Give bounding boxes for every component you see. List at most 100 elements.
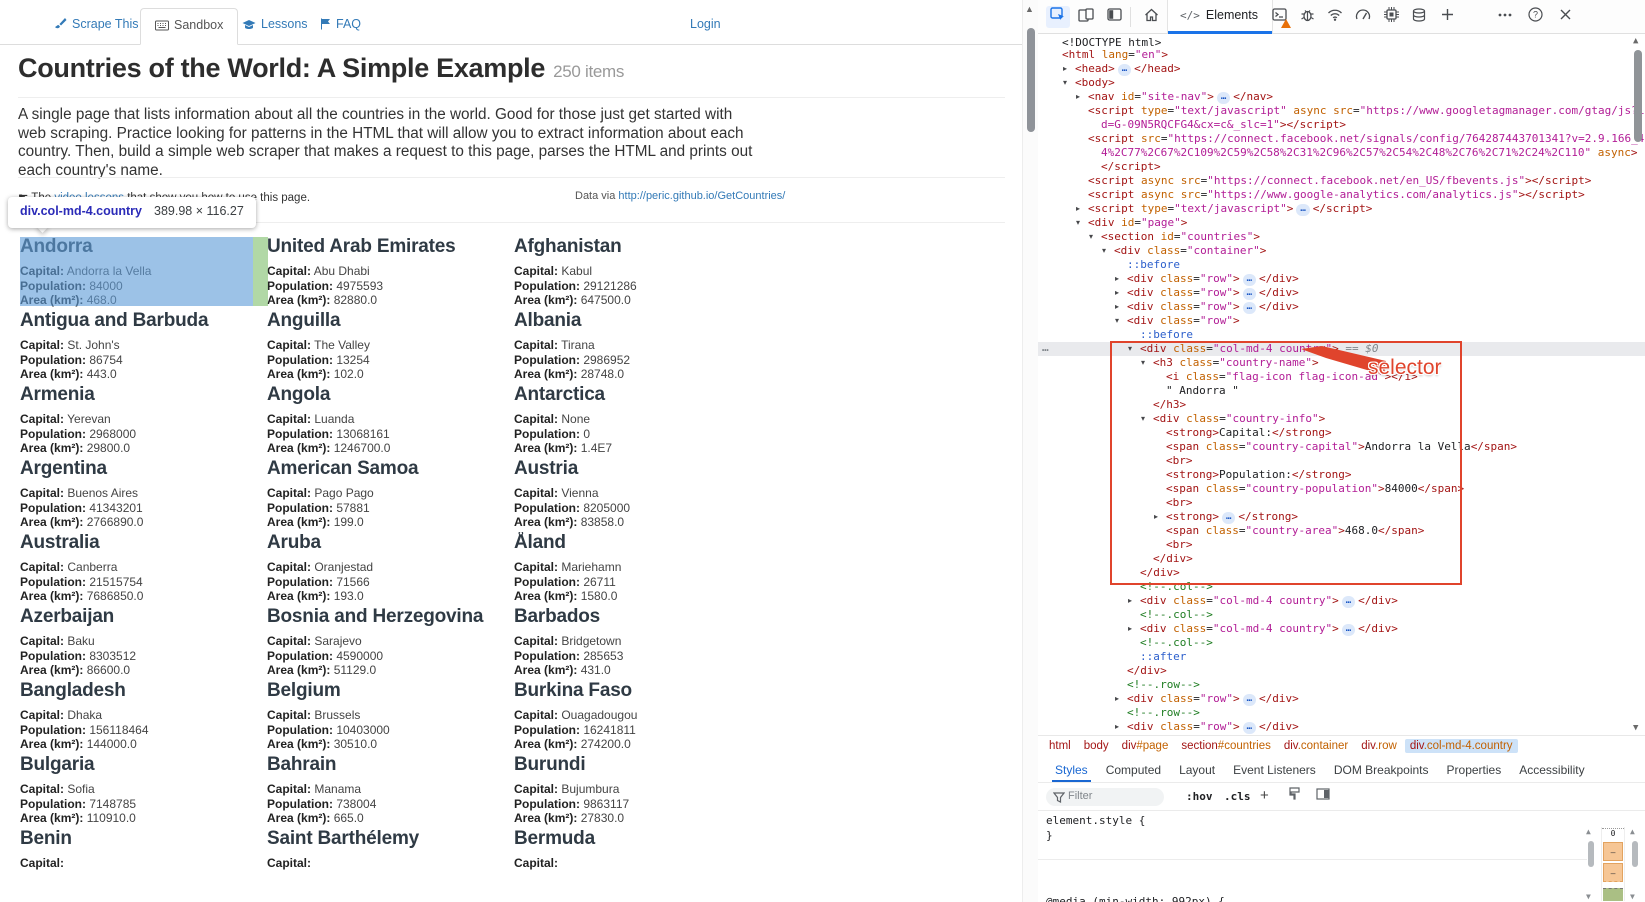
scrollbar-thumb[interactable] — [1027, 28, 1035, 132]
collapsed-ellipsis-button[interactable]: … — [1118, 64, 1131, 76]
dom-line[interactable]: <script type="text/javascript" async src… — [1038, 104, 1645, 118]
dom-tree-scrollbar[interactable]: ▲ ▼ — [1631, 34, 1645, 735]
scroll-down-arrow-icon[interactable]: ▼ — [1586, 892, 1591, 901]
expand-arrow-icon[interactable]: ▸ — [1115, 272, 1119, 286]
styles-paint-icon[interactable] — [1288, 787, 1301, 805]
collapse-arrow-icon[interactable]: ▾ — [1063, 76, 1067, 90]
device-emulation-icon[interactable] — [1074, 6, 1098, 28]
dom-line[interactable]: ▸<head>…</head> — [1038, 62, 1645, 76]
expand-arrow-icon[interactable]: ▸ — [1115, 720, 1119, 734]
inspect-icon[interactable] — [1046, 6, 1070, 28]
sidebar-scrollbar[interactable]: ▲ ▼ — [1629, 827, 1641, 901]
dom-gutter-menu[interactable]: … — [1042, 341, 1050, 354]
debug-icon[interactable] — [1295, 6, 1319, 28]
dom-line[interactable]: ▾<div class="row"> — [1038, 314, 1645, 328]
breadcrumb-item[interactable]: div.container — [1279, 739, 1353, 753]
expand-arrow-icon[interactable]: ▸ — [1115, 300, 1119, 314]
collapse-arrow-icon[interactable]: ▾ — [1102, 244, 1106, 258]
expand-arrow-icon[interactable]: ▸ — [1115, 692, 1119, 706]
toggle-hover-state-button[interactable]: :hov — [1186, 790, 1213, 803]
collapsed-ellipsis-button[interactable]: … — [1342, 624, 1355, 636]
nav-tab-faq[interactable]: FAQ — [306, 8, 375, 45]
dom-line[interactable]: <html lang="en"> — [1038, 48, 1645, 62]
dom-line[interactable]: ▸<div class="row">…</div> — [1038, 692, 1645, 706]
scroll-up-arrow-icon[interactable]: ▲ — [1025, 4, 1034, 14]
dom-line[interactable]: ▸<nav id="site-nav">…</nav> — [1038, 90, 1645, 104]
collapsed-ellipsis-button[interactable]: … — [1243, 302, 1256, 314]
network-icon[interactable] — [1323, 6, 1347, 28]
dom-line[interactable]: ▸<div class="col-md-4 country">…</div> — [1038, 594, 1645, 608]
dom-line[interactable]: 4%2C77%2C67%2C109%2C59%2C58%2C31%2C96%2C… — [1038, 146, 1645, 160]
dom-line[interactable]: <!DOCTYPE html> — [1038, 34, 1645, 48]
add-tab-icon[interactable] — [1435, 6, 1459, 28]
breadcrumb-item[interactable]: html — [1044, 739, 1076, 753]
dom-line[interactable]: ▾<section id="countries"> — [1038, 230, 1645, 244]
more-options-icon[interactable] — [1493, 6, 1517, 28]
collapse-arrow-icon[interactable]: ▾ — [1089, 230, 1093, 244]
application-icon[interactable] — [1407, 6, 1431, 28]
panel-tab-dom-breakpoints[interactable]: DOM Breakpoints — [1325, 757, 1438, 782]
panel-tab-event-listeners[interactable]: Event Listeners — [1224, 757, 1325, 782]
dom-line[interactable]: d=G-09N5RQCFG4&cx=c&_slc=1"></script> — [1038, 118, 1645, 132]
expand-arrow-icon[interactable]: ▸ — [1076, 202, 1080, 216]
collapsed-ellipsis-button[interactable]: … — [1243, 722, 1256, 734]
dom-line[interactable]: ▾<body> — [1038, 76, 1645, 90]
scrollbar-thumb[interactable] — [1632, 841, 1638, 867]
panel-tab-properties[interactable]: Properties — [1438, 757, 1511, 782]
expand-arrow-icon[interactable]: ▸ — [1115, 286, 1119, 300]
scrollbar-thumb[interactable] — [1634, 50, 1642, 142]
scroll-up-arrow-icon[interactable]: ▲ — [1633, 36, 1638, 46]
new-style-rule-button[interactable]: + — [1260, 787, 1269, 804]
scrollbar-thumb[interactable] — [1588, 841, 1594, 867]
tab-elements[interactable]: </>Elements — [1167, 0, 1273, 34]
dom-line[interactable]: ::before — [1038, 328, 1645, 342]
memory-icon[interactable] — [1379, 6, 1403, 28]
collapsed-ellipsis-button[interactable]: … — [1342, 596, 1355, 608]
dom-line[interactable]: ▸<div class="row">…</div> — [1038, 272, 1645, 286]
dom-line[interactable]: <script src="https://connect.facebook.ne… — [1038, 132, 1645, 146]
dom-line[interactable]: ::after — [1038, 650, 1645, 664]
collapsed-ellipsis-button[interactable]: … — [1217, 92, 1230, 104]
toggle-sidebar-icon[interactable] — [1316, 787, 1330, 805]
styles-scrollbar[interactable]: ▲ ▼ — [1585, 827, 1597, 901]
collapsed-ellipsis-button[interactable]: … — [1243, 274, 1256, 286]
dom-line[interactable]: ▸<div class="row">…</div> — [1038, 300, 1645, 314]
panel-tab-computed[interactable]: Computed — [1097, 757, 1170, 782]
toggle-class-button[interactable]: .cls — [1224, 790, 1251, 803]
collapsed-ellipsis-button[interactable]: … — [1243, 694, 1256, 706]
dom-line[interactable]: ▾<div id="page"> — [1038, 216, 1645, 230]
dom-line[interactable]: ::before — [1038, 258, 1645, 272]
panel-tab-accessibility[interactable]: Accessibility — [1510, 757, 1593, 782]
console-icon[interactable] — [1267, 6, 1291, 28]
performance-icon[interactable] — [1351, 6, 1375, 28]
breadcrumb-item[interactable]: div.row — [1356, 739, 1402, 753]
dom-line[interactable]: ▸<script type="text/javascript">…</scrip… — [1038, 202, 1645, 216]
dom-line[interactable]: <!--.row--> — [1038, 678, 1645, 692]
dom-line[interactable]: <!--.row--> — [1038, 706, 1645, 720]
collapse-arrow-icon[interactable]: ▾ — [1076, 216, 1080, 230]
dom-line[interactable]: ▸<div class="row">…</div> — [1038, 286, 1645, 300]
breadcrumb-item[interactable]: section#countries — [1176, 739, 1276, 753]
collapsed-ellipsis-button[interactable]: … — [1243, 288, 1256, 300]
dom-line[interactable]: </script> — [1038, 160, 1645, 174]
help-icon[interactable]: ? — [1523, 6, 1547, 28]
home-icon[interactable] — [1139, 6, 1163, 28]
style-filter-input[interactable]: Filter — [1046, 788, 1164, 806]
focus-mode-icon[interactable] — [1102, 6, 1126, 28]
dom-line[interactable]: <!--.col--> — [1038, 636, 1645, 650]
breadcrumb-item[interactable]: div#page — [1117, 739, 1174, 753]
breadcrumb-item[interactable]: div.col-md-4.country — [1405, 739, 1518, 753]
close-icon[interactable] — [1553, 6, 1577, 28]
dom-line[interactable]: <script async src="https://connect.faceb… — [1038, 174, 1645, 188]
dom-line[interactable]: </div> — [1038, 664, 1645, 678]
scroll-down-arrow-icon[interactable]: ▼ — [1633, 723, 1638, 733]
element-style-rule[interactable]: element.style { — [1038, 811, 1645, 829]
dom-line[interactable]: <!--.col--> — [1038, 608, 1645, 622]
scroll-up-arrow-icon[interactable]: ▲ — [1586, 827, 1591, 836]
collapse-arrow-icon[interactable]: ▾ — [1115, 314, 1119, 328]
collapsed-ellipsis-button[interactable]: … — [1296, 204, 1309, 216]
data-via-link[interactable]: http://peric.github.io/GetCountries/ — [618, 190, 785, 202]
expand-arrow-icon[interactable]: ▸ — [1076, 90, 1080, 104]
breadcrumb-item[interactable]: body — [1079, 739, 1114, 753]
expand-arrow-icon[interactable]: ▸ — [1063, 62, 1067, 76]
